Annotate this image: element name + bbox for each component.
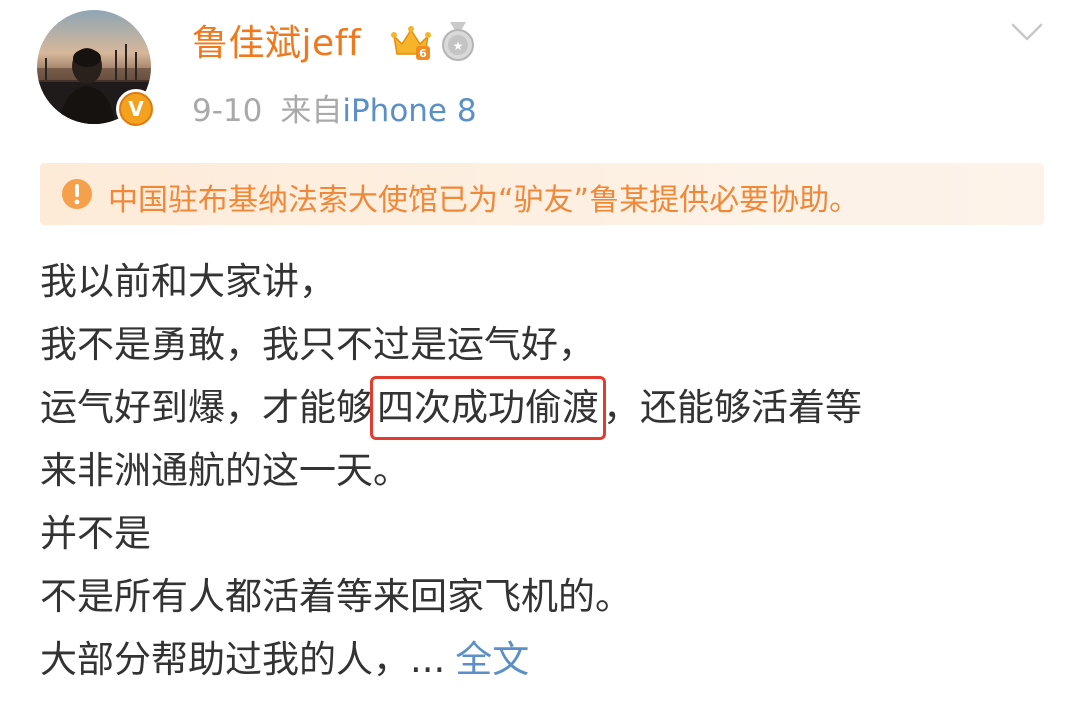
content-line: 我以前和大家讲， [40,260,336,303]
content-line: 我不是勇敢，我只不过是运气好， [40,323,595,366]
post-content: 我以前和大家讲， 我不是勇敢，我只不过是运气好， 运气好到爆，才能够 四次成功偷渡… [40,250,1060,691]
verified-v-icon: V [119,92,153,126]
post-meta: 9-10 来自iPhone 8 [192,85,477,130]
notice-banner[interactable]: 中国驻布基纳法索大使馆已为“驴友”鲁某提供必要协助。 [40,163,1044,225]
post-date: 9-10 [192,93,263,129]
notice-text: 中国驻布基纳法索大使馆已为“驴友”鲁某提供必要协助。 [108,183,860,218]
source-prefix: 来自 [280,93,343,129]
content-line-before: 运气好到爆，才能够 [40,386,373,429]
author-avatar[interactable]: V [37,10,156,129]
vip-crown-icon[interactable]: 6 [390,22,432,62]
source-device-link[interactable]: iPhone 8 [342,93,476,129]
highlight-box: 四次成功偷渡 [370,376,606,440]
content-line-after: ，还能够活着等 [603,386,862,429]
full-text-link[interactable]: 全文 [455,638,529,681]
medal-icon[interactable]: ★ [440,20,476,62]
content-line-last: 大部分帮助过我的人，... 全文 [40,628,1060,691]
svg-text:6: 6 [419,47,427,60]
content-line: 不是所有人都活着等来回家飞机的。 [40,575,632,618]
chevron-down-icon[interactable] [1010,20,1044,44]
verified-badge: V [116,89,156,129]
content-line: 来非洲通航的这一天。 [40,449,410,492]
exclamation-circle-icon [60,177,94,211]
post-header: V 鲁佳斌jeff 6 ★ 9-10 来自iPhone 8 [0,0,1080,150]
author-name[interactable]: 鲁佳斌jeff [192,14,361,66]
content-line-highlighted: 运气好到爆，才能够 四次成功偷渡 ，还能够活着等 [40,376,1060,440]
truncated-text: 大部分帮助过我的人，... [40,638,446,681]
svg-text:★: ★ [453,39,464,53]
content-line: 并不是 [40,512,151,555]
